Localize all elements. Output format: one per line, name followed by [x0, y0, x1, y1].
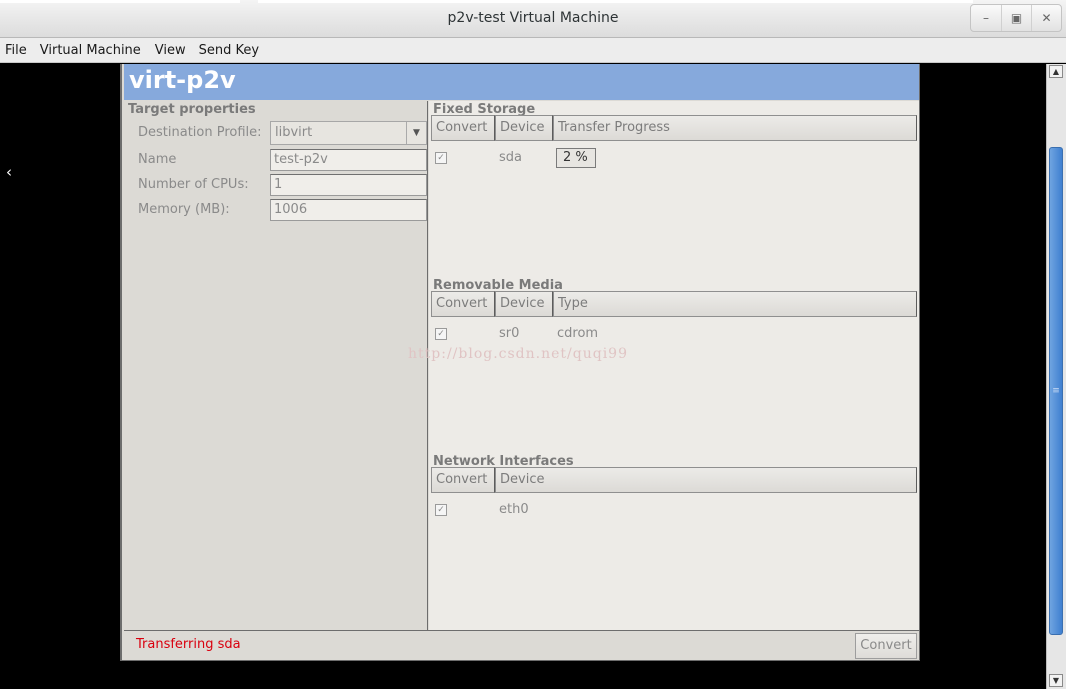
name-label: Name [138, 152, 177, 167]
removable-media-frame: Removable Media Convert Device Type ✓ sr… [429, 277, 919, 455]
network-interfaces-frame: Network Interfaces Convert Device ✓ eth0 [429, 453, 919, 630]
cpus-field[interactable]: 1 [270, 174, 427, 196]
column-header-device[interactable]: Device [495, 115, 553, 141]
destination-profile-label: Destination Profile: [138, 125, 262, 140]
transfer-progress-cell: 2 % [556, 148, 596, 168]
device-cell: sda [499, 150, 522, 165]
chevron-down-icon[interactable]: ▼ [406, 122, 426, 144]
column-header-convert[interactable]: Convert [431, 467, 495, 493]
window-titlebar: p2v-test Virtual Machine – ▣ ✕ [0, 0, 1066, 38]
maximize-icon[interactable]: ▣ [1001, 5, 1031, 31]
menu-file[interactable]: File [0, 43, 32, 58]
p2v-title: virt-p2v [129, 66, 236, 94]
scroll-grip-icon: ≡ [1052, 386, 1060, 396]
watermark-text: http://blog.csdn.net/quqi99 [408, 346, 628, 362]
vertical-scrollbar[interactable]: ▲ ≡ ▼ [1046, 64, 1066, 689]
virt-p2v-window: virt-p2v Target properties Destination P… [120, 64, 920, 661]
menu-send-key[interactable]: Send Key [194, 43, 264, 58]
device-cell: eth0 [499, 502, 529, 517]
close-icon[interactable]: ✕ [1031, 5, 1061, 31]
column-header-convert[interactable]: Convert [431, 115, 495, 141]
convert-checkbox-eth0[interactable]: ✓ [435, 504, 447, 516]
column-header-type[interactable]: Type [553, 291, 917, 317]
fixed-storage-frame: Fixed Storage Convert Device Transfer Pr… [429, 101, 919, 279]
menu-virtual-machine[interactable]: Virtual Machine [35, 43, 146, 58]
convert-button[interactable]: Convert [855, 633, 917, 659]
name-field[interactable]: test-p2v [270, 149, 427, 171]
device-cell: sr0 [499, 326, 520, 341]
titlebar-top-strip-right [258, 0, 973, 3]
menu-bar: File Virtual Machine View Send Key [0, 38, 1066, 63]
scroll-thumb[interactable]: ≡ [1049, 147, 1063, 635]
convert-checkbox-sr0[interactable]: ✓ [435, 328, 447, 340]
menu-view[interactable]: View [150, 43, 191, 58]
convert-checkbox-sda[interactable]: ✓ [435, 152, 447, 164]
column-header-device[interactable]: Device [495, 291, 553, 317]
memory-field[interactable]: 1006 [270, 199, 427, 221]
target-properties-panel: Target properties Destination Profile: l… [124, 101, 428, 630]
destination-profile-value: libvirt [275, 125, 313, 140]
window-controls: – ▣ ✕ [970, 4, 1062, 32]
column-header-device[interactable]: Device [495, 467, 917, 493]
column-header-transfer-progress[interactable]: Transfer Progress [553, 115, 917, 141]
type-cell: cdrom [557, 326, 599, 341]
column-header-convert[interactable]: Convert [431, 291, 495, 317]
target-properties-heading: Target properties [128, 102, 256, 117]
scroll-down-icon[interactable]: ▼ [1049, 674, 1063, 687]
titlebar-top-strip-left [0, 0, 240, 3]
destination-profile-select[interactable]: libvirt ▼ [270, 121, 427, 145]
memory-label: Memory (MB): [138, 202, 230, 217]
status-bar: Transferring sda Convert [124, 630, 919, 660]
minimize-icon[interactable]: – [971, 5, 1001, 31]
mouse-cursor-icon: ‹ [6, 163, 12, 181]
p2v-banner: virt-p2v [124, 64, 919, 100]
window-title: p2v-test Virtual Machine [447, 10, 619, 26]
status-message: Transferring sda [136, 637, 241, 652]
scroll-up-icon[interactable]: ▲ [1049, 65, 1063, 78]
cpus-label: Number of CPUs: [138, 177, 249, 192]
